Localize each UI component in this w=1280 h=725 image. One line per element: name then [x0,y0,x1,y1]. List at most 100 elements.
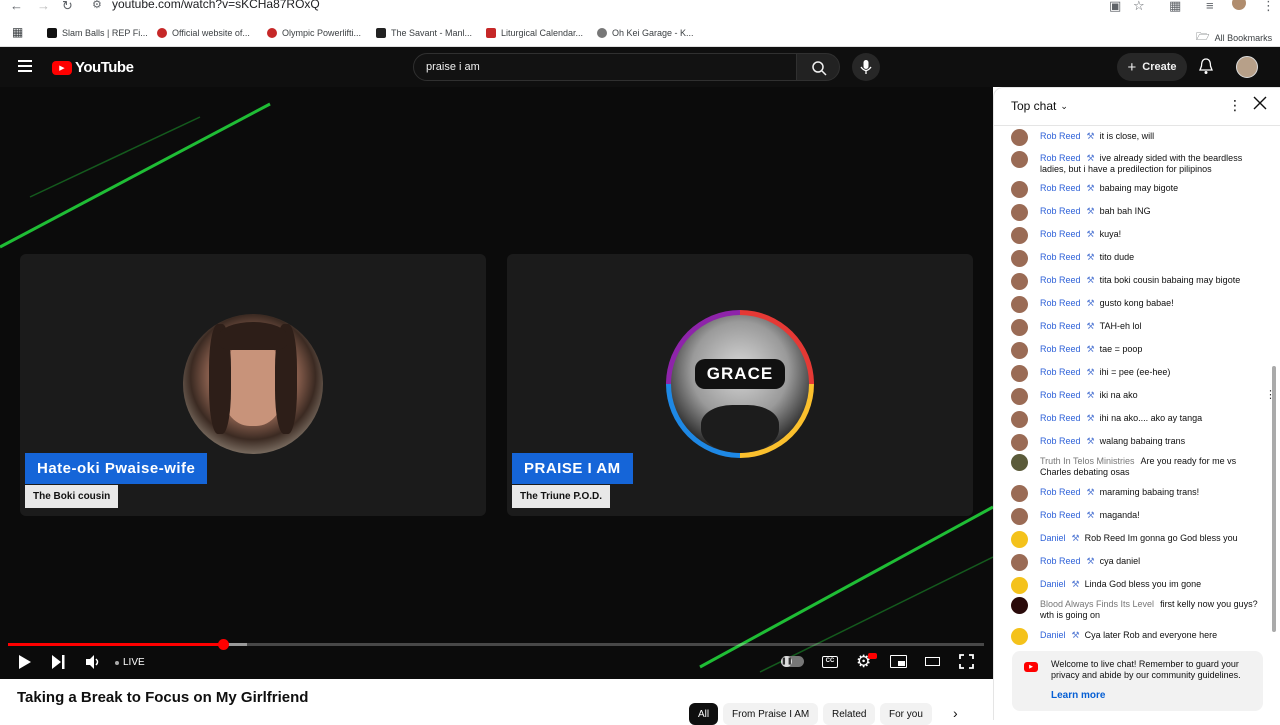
learn-more-link[interactable]: Learn more [1051,690,1105,701]
chat-author-avatar[interactable] [1011,485,1028,502]
search-button[interactable] [796,53,840,81]
chat-author-avatar[interactable] [1011,388,1028,405]
chat-author-name[interactable]: Rob Reed [1040,390,1081,400]
moderator-wrench-icon: ⚒ [1071,579,1080,589]
chat-author-name[interactable]: Rob Reed [1040,206,1081,216]
chip-for-you[interactable]: For you [880,703,932,725]
all-bookmarks[interactable]: 🗁 All Bookmarks [1196,28,1272,47]
bookmark-item[interactable]: Official website of... [157,28,250,38]
chat-author-avatar[interactable] [1011,273,1028,290]
profile-avatar[interactable] [1232,0,1246,10]
site-settings-icon[interactable]: ⚙ [92,0,102,11]
chat-author-avatar[interactable] [1011,250,1028,267]
search-input[interactable]: praise i am [413,53,797,81]
chat-author-name[interactable]: Rob Reed [1040,298,1081,308]
chat-author-name[interactable]: Rob Reed [1040,321,1081,331]
moderator-wrench-icon: ⚒ [1071,533,1080,543]
chat-author-avatar[interactable] [1011,151,1028,168]
chat-author-avatar[interactable] [1011,454,1028,471]
more-options-icon[interactable]: ⋮ [1228,97,1242,114]
volume-icon[interactable] [85,654,101,675]
chat-author-avatar[interactable] [1011,227,1028,244]
menu-icon[interactable] [18,60,32,72]
chat-author-avatar[interactable] [1011,508,1028,525]
chat-author-name[interactable]: Rob Reed [1040,344,1081,354]
chat-scrollbar[interactable] [1272,366,1276,632]
chat-author-name[interactable]: Rob Reed [1040,131,1081,141]
chat-author-name[interactable]: Daniel [1040,630,1066,640]
chat-author-avatar[interactable] [1011,342,1028,359]
chat-author-name[interactable]: Rob Reed [1040,229,1081,239]
chat-author-avatar[interactable] [1011,204,1028,221]
chat-author-avatar[interactable] [1011,411,1028,428]
next-icon[interactable] [52,655,65,674]
chat-author-avatar[interactable] [1011,181,1028,198]
chat-author-name[interactable]: Rob Reed [1040,275,1081,285]
chip-all[interactable]: All [689,703,719,725]
chat-author-avatar[interactable] [1011,597,1028,614]
account-avatar[interactable] [1236,56,1258,78]
message-menu-icon[interactable]: ⋮ [1265,388,1276,401]
voice-search-button[interactable] [852,53,880,81]
chat-author-name[interactable]: Rob Reed [1040,510,1081,520]
chat-author-avatar[interactable] [1011,296,1028,313]
participant-subtitle: The Boki cousin [25,485,119,508]
theater-mode-icon[interactable] [925,657,940,666]
forward-icon[interactable]: → [37,0,50,13]
chat-author-avatar[interactable] [1011,129,1028,146]
chat-author-name[interactable]: Rob Reed [1040,183,1081,193]
back-icon[interactable]: ← [10,0,23,13]
reload-icon[interactable]: ↻ [62,0,73,14]
chevron-right-icon[interactable]: › [953,705,958,721]
chat-author-name[interactable]: Rob Reed [1040,487,1081,497]
autoplay-toggle[interactable]: ❚❚ [781,656,804,667]
chat-author-avatar[interactable] [1011,319,1028,336]
player-controls: LIVE ❚❚ CC ⚙ [0,639,993,679]
create-button[interactable]: + Create [1117,53,1187,81]
notifications-icon[interactable] [1199,58,1213,80]
chat-message-text: Linda God bless you im gone [1084,579,1202,589]
extensions-icon[interactable]: ▦ [1169,0,1181,14]
chat-author-name[interactable]: Daniel [1040,579,1066,589]
close-icon[interactable] [1253,96,1267,115]
video-player[interactable]: Hate-oki Pwaise-wife The Boki cousin GRA… [0,87,993,679]
chat-author-name[interactable]: Truth In Telos Ministries [1040,456,1135,466]
reading-list-icon[interactable]: ≡ [1206,0,1214,13]
chat-author-avatar[interactable] [1011,577,1028,594]
chrome-menu-icon[interactable]: ⋮ [1262,0,1275,14]
miniplayer-icon[interactable] [890,655,907,668]
install-icon[interactable]: ▣ [1109,0,1121,14]
chat-author-name[interactable]: Daniel [1040,533,1066,543]
play-icon[interactable] [19,655,31,674]
chat-mode-dropdown[interactable]: Top chat ⌄ [1011,99,1068,113]
fullscreen-icon[interactable] [959,654,974,674]
bookmark-item[interactable]: Olympic Powerlifti... [267,28,361,38]
bookmark-item[interactable]: The Savant - Manl... [376,28,472,38]
chat-author-avatar[interactable] [1011,434,1028,451]
chat-message-text: Cya later Rob and everyone here [1084,630,1218,640]
chip-from-channel[interactable]: From Praise I AM [723,703,819,725]
chat-author-name[interactable]: Rob Reed [1040,252,1081,262]
chat-author-avatar[interactable] [1011,554,1028,571]
youtube-logo[interactable]: ▶ YouTube [52,59,134,76]
chat-author-avatar[interactable] [1011,628,1028,645]
bookmark-item[interactable]: Oh Kei Garage - K... [597,28,694,38]
bookmark-star-icon[interactable]: ☆ [1133,0,1145,14]
address-bar[interactable]: youtube.com/watch?v=sKCHa87ROxQ [112,0,320,11]
chip-related[interactable]: Related [823,703,876,725]
chat-author-name[interactable]: Rob Reed [1040,367,1081,377]
chat-author-avatar[interactable] [1011,531,1028,548]
chat-author-avatar[interactable] [1011,365,1028,382]
moderator-wrench-icon: ⚒ [1086,183,1095,193]
chat-author-name[interactable]: Rob Reed [1040,153,1081,163]
bookmark-item[interactable]: Slam Balls | REP Fi... [47,28,148,38]
bookmark-item[interactable]: Liturgical Calendar... [486,28,583,38]
chat-author-name[interactable]: Rob Reed [1040,436,1081,446]
chat-author-name[interactable]: Rob Reed [1040,413,1081,423]
chat-author-name[interactable]: Rob Reed [1040,556,1081,566]
chat-message-body: Rob Reed ⚒ cya daniel [1040,556,1260,567]
live-indicator[interactable]: LIVE [115,657,145,668]
captions-icon[interactable]: CC [822,656,838,668]
chat-author-name[interactable]: Blood Always Finds Its Level [1040,599,1154,609]
apps-grid-icon[interactable]: ▦ [12,25,23,39]
